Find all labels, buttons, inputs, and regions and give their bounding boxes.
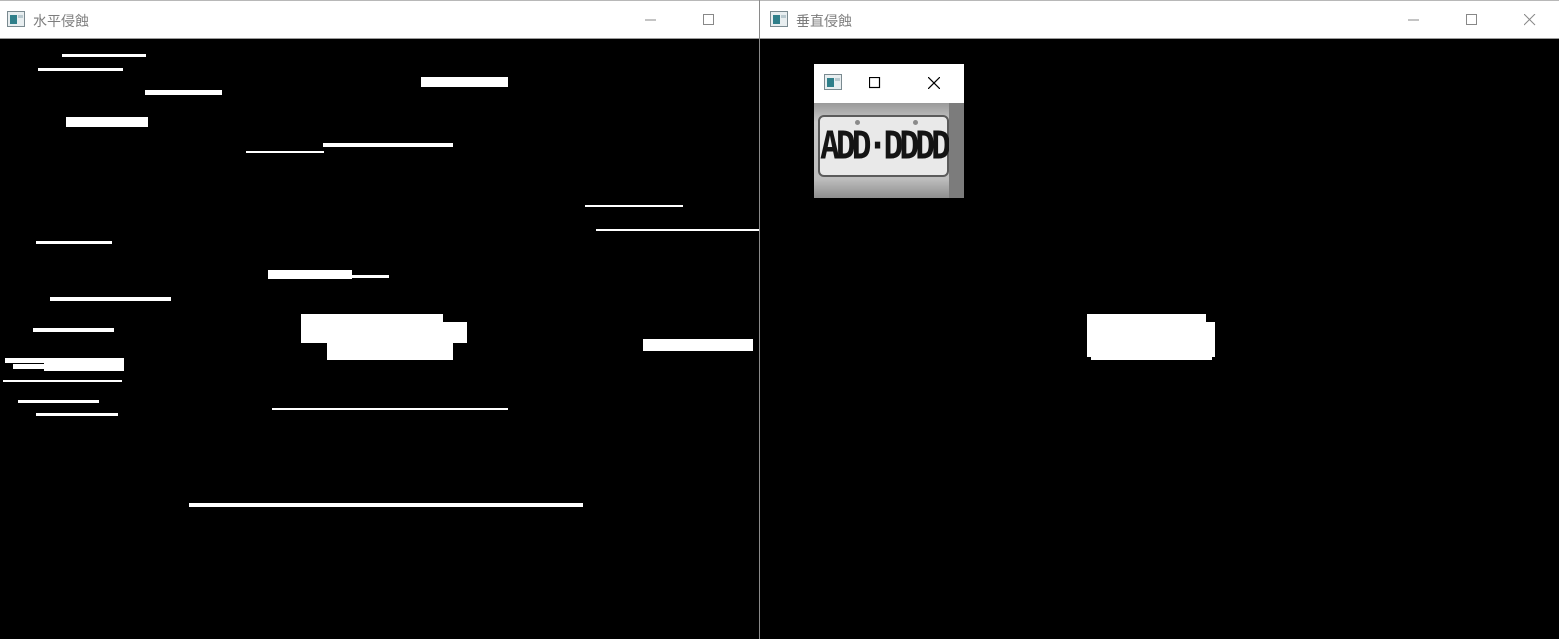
blob [3, 380, 122, 382]
app-window-icon [7, 11, 25, 27]
blob [596, 229, 759, 231]
license-plate-image: ADD·DDDD [814, 103, 964, 198]
maximize-button[interactable] [686, 1, 732, 39]
blob [643, 339, 753, 351]
blob [272, 408, 508, 410]
blob [44, 362, 124, 371]
close-button[interactable] [1507, 1, 1553, 39]
minimize-icon [1408, 19, 1419, 21]
blob [13, 364, 45, 369]
blob [36, 241, 112, 244]
horizontal-erosion-window: 水平侵蝕 [0, 0, 760, 639]
blob [352, 275, 389, 278]
blob [443, 322, 467, 343]
blob [301, 314, 443, 343]
minimize-icon [645, 19, 656, 21]
blob [246, 151, 324, 153]
app-window-icon [824, 74, 842, 90]
title-bar[interactable]: 垂直侵蝕 [760, 0, 1559, 39]
blob [33, 328, 114, 332]
close-icon [928, 77, 940, 89]
close-icon [1524, 14, 1536, 26]
blob [145, 90, 222, 95]
image-canvas [0, 39, 759, 639]
blob [268, 270, 352, 279]
blob [323, 143, 453, 147]
license-plate: ADD·DDDD [818, 115, 951, 177]
blob [38, 68, 123, 71]
plate-number: ADD·DDDD [820, 123, 951, 168]
blob [36, 413, 118, 416]
app-window-icon [770, 11, 788, 27]
minimize-button[interactable] [628, 1, 674, 39]
plate-preview-window: ADD·DDDD [814, 64, 964, 198]
minimize-button[interactable] [1391, 1, 1437, 39]
title-bar[interactable]: 水平侵蝕 [0, 0, 759, 39]
maximize-icon [703, 14, 714, 25]
blob [327, 342, 453, 360]
blob [1091, 349, 1212, 360]
title-bar[interactable] [814, 64, 964, 103]
close-button[interactable] [911, 64, 957, 102]
blob [66, 117, 148, 127]
blob [585, 205, 683, 207]
blob [421, 77, 508, 87]
blob [62, 54, 146, 57]
maximize-button[interactable] [852, 64, 898, 102]
image-edge [949, 103, 964, 198]
blob [18, 400, 99, 403]
window-title: 水平侵蝕 [33, 14, 89, 30]
maximize-button[interactable] [1449, 1, 1495, 39]
blob [50, 297, 171, 301]
window-title: 垂直侵蝕 [796, 14, 852, 30]
maximize-icon [1466, 14, 1477, 25]
blob [189, 503, 583, 507]
maximize-icon [869, 77, 881, 89]
